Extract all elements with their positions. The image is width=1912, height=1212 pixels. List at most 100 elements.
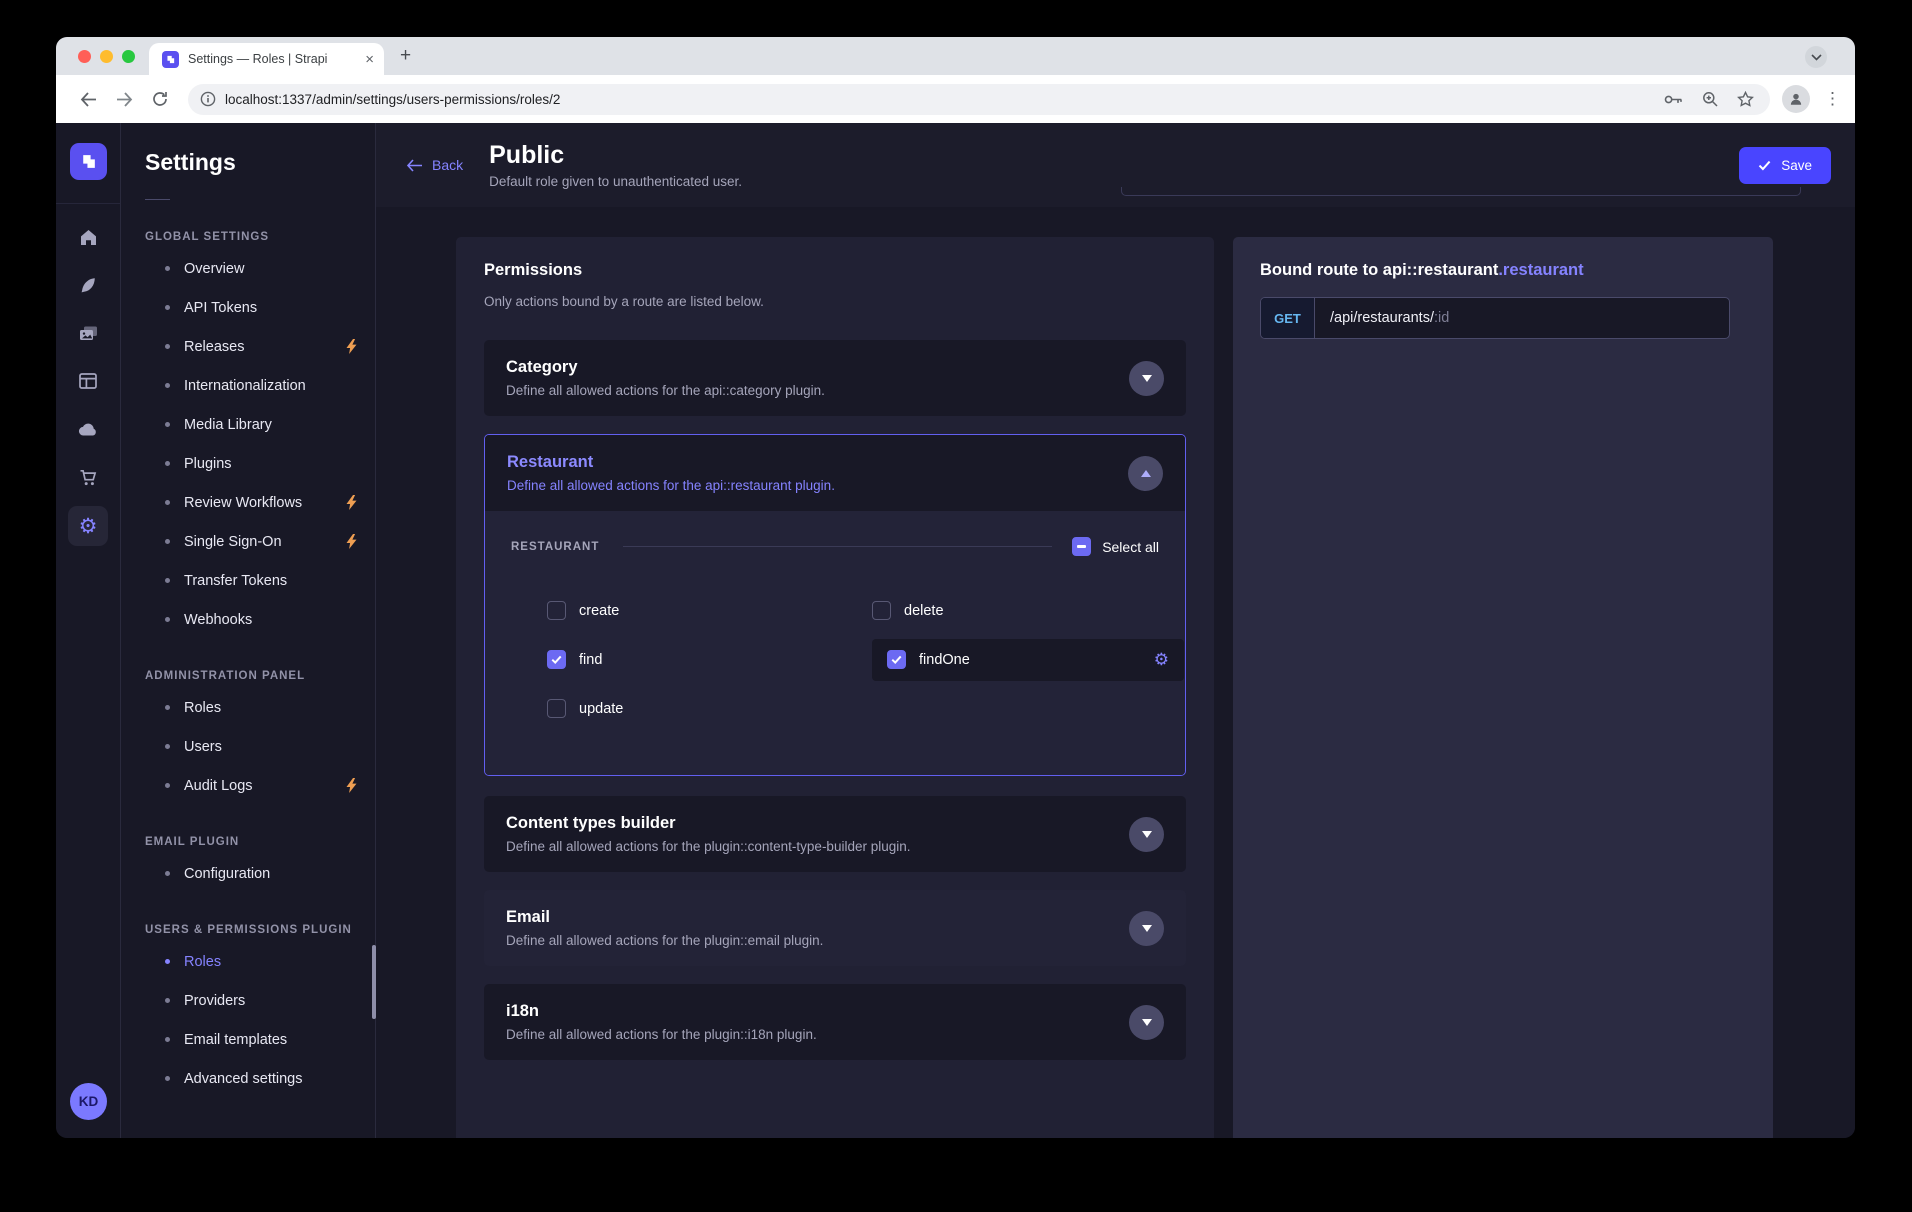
home-icon[interactable]: [68, 213, 108, 261]
sidebar-item-internationalization[interactable]: Internationalization: [145, 366, 375, 405]
sidebar-item-media-library[interactable]: Media Library: [145, 405, 375, 444]
sidebar-item-configuration[interactable]: Configuration: [145, 854, 375, 893]
role-detail-body: Permissions Only actions bound by a rout…: [376, 207, 1855, 1138]
accordion-restaurant: Restaurant Define all allowed actions fo…: [484, 434, 1186, 776]
user-avatar[interactable]: KD: [70, 1083, 107, 1120]
chevron-down-icon[interactable]: [1129, 911, 1164, 946]
group-divider: [623, 546, 1052, 547]
content-type-builder-layout-icon[interactable]: [68, 357, 108, 405]
accordion-i18n-header[interactable]: i18n Define all allowed actions for the …: [484, 984, 1186, 1060]
bookmark-star-icon[interactable]: [1737, 91, 1754, 107]
close-window-button[interactable]: [78, 50, 91, 63]
route-path: /api/restaurants/:id: [1315, 298, 1449, 338]
bullet-icon: [165, 783, 170, 788]
forward-icon[interactable]: [110, 92, 138, 107]
save-button[interactable]: Save: [1739, 147, 1831, 184]
content-manager-feather-icon[interactable]: [68, 261, 108, 309]
main-nav-rail: ⚙ KD: [56, 123, 121, 1138]
advanced-settings-gear-icon[interactable]: ⚙: [1154, 651, 1169, 668]
browser-profile-icon[interactable]: [1782, 85, 1810, 113]
password-key-icon[interactable]: [1664, 93, 1683, 106]
sidebar-item-review-workflows[interactable]: Review Workflows: [145, 483, 375, 522]
bullet-icon: [165, 383, 170, 388]
zoom-window-button[interactable]: [122, 50, 135, 63]
accordion-email-header[interactable]: Email Define all allowed actions for the…: [484, 890, 1186, 966]
bound-route-panel: Bound route to api::restaurant.restauran…: [1233, 237, 1773, 1138]
check-icon: [1758, 160, 1771, 171]
findone-selected-row[interactable]: findOne ⚙: [872, 639, 1184, 681]
site-info-icon[interactable]: [200, 91, 216, 107]
sidebar-item-plugins[interactable]: Plugins: [145, 444, 375, 483]
accordion-content-types-builder: Content types builder Define all allowed…: [484, 796, 1186, 872]
sidebar-item-admin-roles[interactable]: Roles: [145, 688, 375, 727]
sidebar-item-api-tokens[interactable]: API Tokens: [145, 288, 375, 327]
chevron-down-icon[interactable]: [1129, 361, 1164, 396]
sidebar-item-transfer-tokens[interactable]: Transfer Tokens: [145, 561, 375, 600]
bullet-icon: [165, 959, 170, 964]
new-tab-button[interactable]: +: [400, 45, 411, 67]
browser-toolbar: localhost:1337/admin/settings/users-perm…: [56, 75, 1855, 123]
http-method-badge: GET: [1261, 298, 1315, 338]
sidebar-item-overview[interactable]: Overview: [145, 249, 375, 288]
sidebar-item-webhooks[interactable]: Webhooks: [145, 600, 375, 639]
page-title: Public: [489, 141, 742, 170]
chevron-up-icon[interactable]: [1128, 456, 1163, 491]
accordion-category-header[interactable]: Category Define all allowed actions for …: [484, 340, 1186, 416]
create-checkbox[interactable]: [547, 601, 566, 620]
back-arrow-icon: [406, 159, 423, 172]
sidebar-item-up-roles[interactable]: Roles: [145, 942, 375, 981]
permissions-panel: Permissions Only actions bound by a rout…: [456, 237, 1214, 1138]
bullet-icon: [165, 578, 170, 583]
tab-search-chevron-icon[interactable]: [1805, 46, 1827, 68]
action-find: find: [547, 635, 872, 684]
lightning-icon: [346, 534, 357, 549]
url-bar[interactable]: localhost:1337/admin/settings/users-perm…: [188, 84, 1770, 115]
browser-tab[interactable]: Settings — Roles | Strapi ×: [149, 43, 384, 75]
back-icon[interactable]: [74, 92, 102, 107]
restaurant-permissions-body: RESTAURANT Select all create: [485, 511, 1185, 775]
sidebar-item-advanced-settings[interactable]: Advanced settings: [145, 1059, 375, 1098]
bullet-icon: [165, 998, 170, 1003]
sidebar-item-providers[interactable]: Providers: [145, 981, 375, 1020]
sidebar-item-audit-logs[interactable]: Audit Logs: [145, 766, 375, 805]
deploy-cloud-icon[interactable]: [68, 405, 108, 453]
action-findone: findOne ⚙: [872, 635, 1184, 684]
settings-sidebar: Settings GLOBAL SETTINGS Overview API To…: [121, 123, 376, 1138]
url-text[interactable]: localhost:1337/admin/settings/users-perm…: [225, 92, 1664, 107]
route-row: GET /api/restaurants/:id: [1260, 297, 1730, 339]
select-all-checkbox[interactable]: [1072, 537, 1091, 556]
marketplace-cart-icon[interactable]: [68, 453, 108, 501]
media-library-images-icon[interactable]: [68, 309, 108, 357]
reload-icon[interactable]: [146, 91, 174, 107]
accordion-ctb-header[interactable]: Content types builder Define all allowed…: [484, 796, 1186, 872]
sidebar-item-email-templates[interactable]: Email templates: [145, 1020, 375, 1059]
strapi-logo[interactable]: [70, 143, 107, 180]
bullet-icon: [165, 500, 170, 505]
role-field-cutoff: [1121, 187, 1801, 196]
zoom-magnifier-icon[interactable]: [1702, 91, 1718, 107]
strapi-favicon-icon: [162, 51, 179, 68]
main-content: Back Public Default role given to unauth…: [376, 123, 1855, 1138]
sidebar-divider: [145, 199, 170, 200]
page-subtitle: Default role given to unauthenticated us…: [489, 174, 742, 189]
bullet-icon: [165, 744, 170, 749]
delete-checkbox[interactable]: [872, 601, 891, 620]
chevron-down-icon[interactable]: [1129, 1005, 1164, 1040]
find-checkbox[interactable]: [547, 650, 566, 669]
bullet-icon: [165, 1076, 170, 1081]
settings-gear-icon[interactable]: ⚙: [68, 506, 108, 546]
browser-window: Settings — Roles | Strapi × + localhost:…: [56, 37, 1855, 1138]
sidebar-item-releases[interactable]: Releases: [145, 327, 375, 366]
sidebar-item-admin-users[interactable]: Users: [145, 727, 375, 766]
browser-menu-dots-icon[interactable]: ⋮: [1824, 89, 1841, 109]
update-checkbox[interactable]: [547, 699, 566, 718]
accordion-restaurant-header[interactable]: Restaurant Define all allowed actions fo…: [485, 435, 1185, 511]
chevron-down-icon[interactable]: [1129, 817, 1164, 852]
accordion-i18n: i18n Define all allowed actions for the …: [484, 984, 1186, 1060]
minimize-window-button[interactable]: [100, 50, 113, 63]
lightning-icon: [346, 495, 357, 510]
back-link[interactable]: Back: [406, 157, 463, 173]
tab-close-icon[interactable]: ×: [365, 51, 374, 68]
findone-checkbox[interactable]: [887, 650, 906, 669]
sidebar-item-single-sign-on[interactable]: Single Sign-On: [145, 522, 375, 561]
